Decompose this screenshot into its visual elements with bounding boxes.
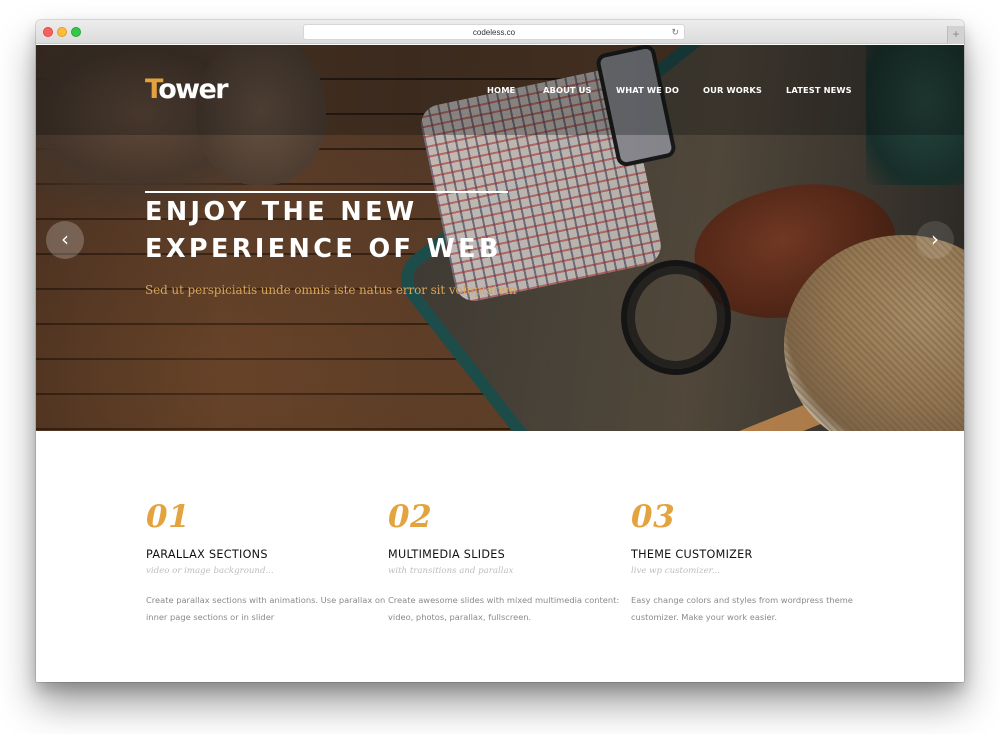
hero-title-line1: ENJOY THE NEW (145, 197, 418, 227)
hero-subtitle: Sed ut perspiciatis unde omnis iste natu… (145, 283, 517, 297)
address-bar[interactable]: codeless.co ↻ (303, 24, 685, 40)
hero-title-line2: EXPERIENCE OF WEB (145, 234, 502, 264)
logo-letter: T (145, 74, 160, 105)
nav-home[interactable]: HOME (487, 85, 515, 95)
url-text: codeless.co (472, 28, 516, 37)
hero-slider: Tower HOME ABOUT US WHAT WE DO OUR WORKS… (36, 45, 964, 431)
browser-window: codeless.co ↻ + Tower HOME ABOUT US WHAT… (36, 20, 964, 682)
site-logo[interactable]: Tower (145, 74, 229, 105)
slider-prev-button[interactable]: ‹ (46, 221, 84, 259)
feature-description: Create awesome slides with mixed multime… (388, 595, 620, 622)
reload-icon[interactable]: ↻ (671, 25, 679, 40)
features-section: 01 PARALLAX SECTIONS video or image back… (36, 431, 964, 682)
feature-number: 02 (388, 499, 433, 535)
feature-subtitle: video or image background... (146, 566, 274, 576)
nav-about-us[interactable]: ABOUT US (543, 85, 592, 95)
feature-subtitle: with transitions and parallax (388, 566, 514, 576)
close-window-button[interactable] (43, 27, 53, 37)
logo-text: ower (158, 74, 228, 105)
hero-divider (145, 191, 508, 193)
feature-title: PARALLAX SECTIONS (146, 548, 268, 561)
slider-next-button[interactable]: › (916, 221, 954, 259)
nav-what-we-do[interactable]: WHAT WE DO (616, 85, 679, 95)
chevron-right-icon: › (931, 227, 939, 251)
feature-description: Easy change colors and styles from wordp… (631, 595, 853, 622)
zoom-window-button[interactable] (71, 27, 81, 37)
feature-title: MULTIMEDIA SLIDES (388, 548, 506, 561)
minimize-window-button[interactable] (57, 27, 67, 37)
feature-title: THEME CUSTOMIZER (631, 548, 753, 561)
feature-number: 01 (146, 499, 191, 535)
nav-our-works[interactable]: OUR WORKS (703, 85, 762, 95)
feature-subtitle: live wp customizer... (631, 566, 721, 576)
site-header: Tower HOME ABOUT US WHAT WE DO OUR WORKS… (36, 45, 964, 135)
browser-toolbar: codeless.co ↻ + (36, 20, 964, 44)
feature-description: Create parallax sections with animations… (146, 595, 386, 622)
new-tab-button[interactable]: + (947, 26, 964, 44)
hero-title: ENJOY THE NEW EXPERIENCE OF WEB (145, 194, 502, 268)
feature-number: 03 (631, 499, 676, 535)
nav-latest-news[interactable]: LATEST NEWS (786, 85, 852, 95)
chevron-left-icon: ‹ (61, 227, 69, 251)
